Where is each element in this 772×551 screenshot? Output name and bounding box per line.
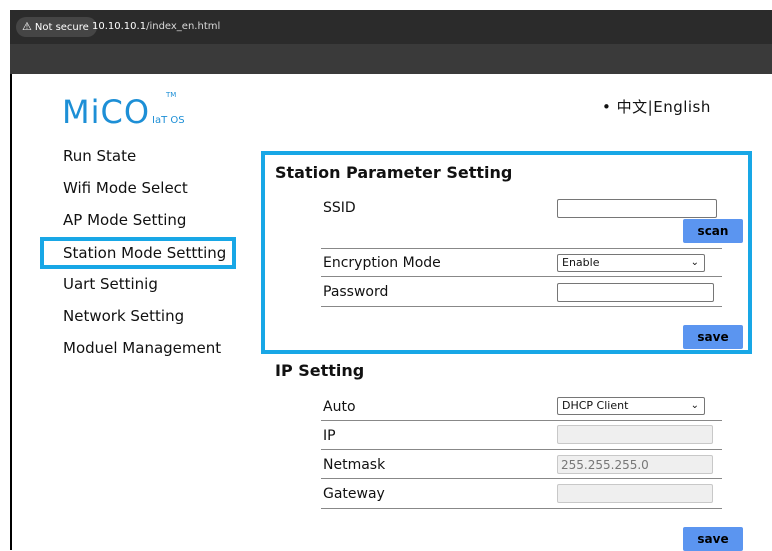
password-input[interactable] [557,283,714,302]
browser-toolbar [10,44,772,74]
language-switch: • 中文|English [602,96,711,117]
ip-label: IP [323,428,336,444]
logo-main-text: MiCO [62,93,151,131]
row-divider [321,449,722,450]
sidebar-item-ap-mode-setting[interactable]: AP Mode Setting [40,205,236,237]
station-section-title: Station Parameter Setting [275,163,513,182]
warning-icon: ⚠ [22,20,32,33]
language-english-link[interactable]: English [653,98,711,116]
url-text[interactable]: 10.10.10.1/index_en.html [92,21,220,32]
sidebar-item-module-management[interactable]: Moduel Management [40,333,236,365]
row-divider [321,478,722,479]
gateway-input [557,484,713,503]
netmask-input [557,455,713,474]
encryption-mode-label: Encryption Mode [323,255,441,271]
sidebar-item-station-mode-setting[interactable]: Station Mode Settting [40,237,236,269]
netmask-label: Netmask [323,457,386,473]
security-label: Not secure [34,22,89,33]
auto-mode-value: DHCP Client [562,399,629,412]
security-badge[interactable]: ⚠ Not secure [16,17,97,37]
password-label: Password [323,284,389,300]
row-divider [321,276,722,277]
encryption-mode-value: Enable [562,256,600,269]
auto-mode-select[interactable]: DHCP Client ⌄ [557,397,705,415]
chevron-down-icon: ⌄ [690,400,699,411]
ssid-label: SSID [323,200,356,216]
encryption-mode-select[interactable]: Enable ⌄ [557,254,705,272]
language-bullet: • [602,98,612,116]
sidebar-item-network-setting[interactable]: Network Setting [40,301,236,333]
row-divider [321,508,722,509]
ip-input [557,425,713,444]
logo-trademark: TM [166,91,177,99]
language-chinese-link[interactable]: 中文 [617,98,648,116]
auto-label: Auto [323,399,356,415]
station-save-button[interactable]: save [683,325,743,349]
sidebar-item-wifi-mode-select[interactable]: Wifi Mode Select [40,173,236,205]
chevron-down-icon: ⌄ [690,257,699,268]
ip-section-title: IP Setting [275,361,365,380]
row-divider [321,306,722,307]
url-path: /index_en.html [146,21,221,32]
url-host: 10.10.10.1 [92,21,147,32]
ip-save-button[interactable]: save [683,527,743,551]
row-divider [321,420,722,421]
ssid-input[interactable] [557,199,717,218]
gateway-label: Gateway [323,486,385,502]
window-edge [10,74,12,550]
sidebar-item-run-state[interactable]: Run State [40,141,236,173]
mico-logo: MiCO IaT OS TM [62,91,185,131]
logo-sub-text: IaT OS [152,115,185,126]
row-divider [321,248,722,249]
scan-button[interactable]: scan [683,219,743,243]
sidebar-menu: Run State Wifi Mode Select AP Mode Setti… [40,141,236,365]
sidebar-item-uart-setting[interactable]: Uart Settinig [40,269,236,301]
